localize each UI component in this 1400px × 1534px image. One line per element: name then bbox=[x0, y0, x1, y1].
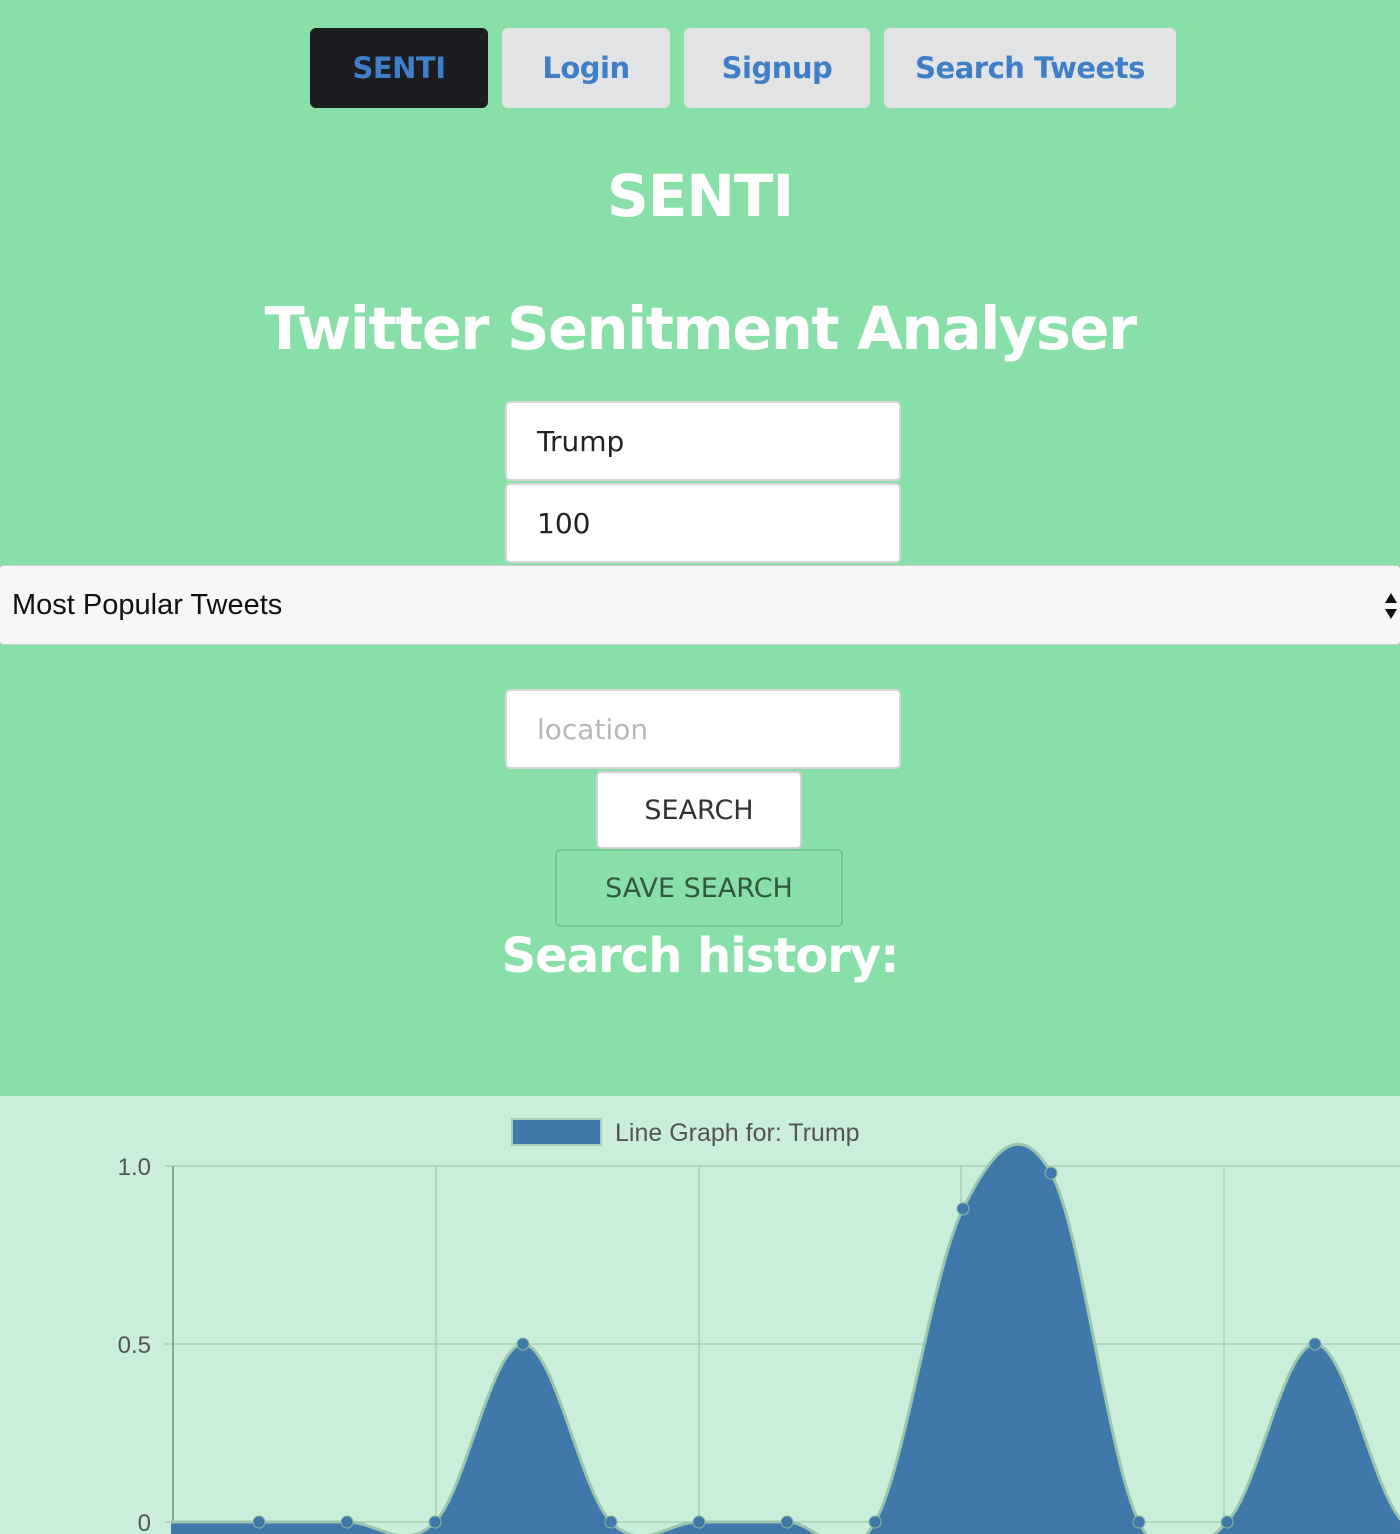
y-tick-label: 0 bbox=[138, 1510, 151, 1534]
legend-label: Line Graph for: Trump bbox=[615, 1119, 860, 1147]
data-point bbox=[1220, 1515, 1234, 1529]
data-point bbox=[780, 1515, 794, 1529]
data-point bbox=[1132, 1515, 1146, 1529]
data-point bbox=[1044, 1166, 1058, 1180]
sentiment-chart: 1.0 0.5 0 Line Graph for: Trump bbox=[0, 1096, 1400, 1534]
sort-select-value: Most Popular Tweets bbox=[12, 588, 283, 621]
legend-swatch bbox=[511, 1118, 602, 1146]
page-subtitle: Twitter Senitment Analyser bbox=[264, 294, 1137, 363]
search-button[interactable]: SEARCH bbox=[596, 771, 802, 849]
data-point bbox=[516, 1337, 530, 1351]
y-tick-label: 1.0 bbox=[118, 1154, 151, 1181]
data-point bbox=[604, 1515, 618, 1529]
sort-select[interactable]: Most Popular Tweets bbox=[0, 565, 1400, 645]
top-nav: SENTI Login Signup Search Tweets bbox=[0, 28, 1400, 108]
query-input[interactable] bbox=[505, 401, 901, 481]
search-history-heading: Search history: bbox=[501, 928, 900, 984]
series-line bbox=[171, 1142, 1400, 1534]
data-point bbox=[692, 1515, 706, 1529]
data-point bbox=[1308, 1337, 1322, 1351]
data-point bbox=[956, 1202, 970, 1216]
data-point bbox=[340, 1515, 354, 1529]
data-point bbox=[868, 1515, 882, 1529]
login-button[interactable]: Login bbox=[502, 28, 670, 108]
page-title: SENTI bbox=[606, 162, 794, 230]
y-tick-label: 0.5 bbox=[118, 1332, 151, 1359]
count-input[interactable] bbox=[505, 483, 901, 563]
chart-svg: 1.0 0.5 0 Line Graph for: Trump bbox=[118, 1118, 1400, 1534]
data-point bbox=[252, 1515, 266, 1529]
search-tweets-button[interactable]: Search Tweets bbox=[884, 28, 1176, 108]
data-point bbox=[428, 1515, 442, 1529]
location-input[interactable] bbox=[505, 689, 901, 769]
select-arrows-icon bbox=[1385, 593, 1397, 619]
series-area bbox=[171, 1144, 1400, 1534]
brand-button[interactable]: SENTI bbox=[310, 28, 488, 108]
signup-button[interactable]: Signup bbox=[684, 28, 870, 108]
save-search-button[interactable]: SAVE SEARCH bbox=[555, 849, 843, 927]
